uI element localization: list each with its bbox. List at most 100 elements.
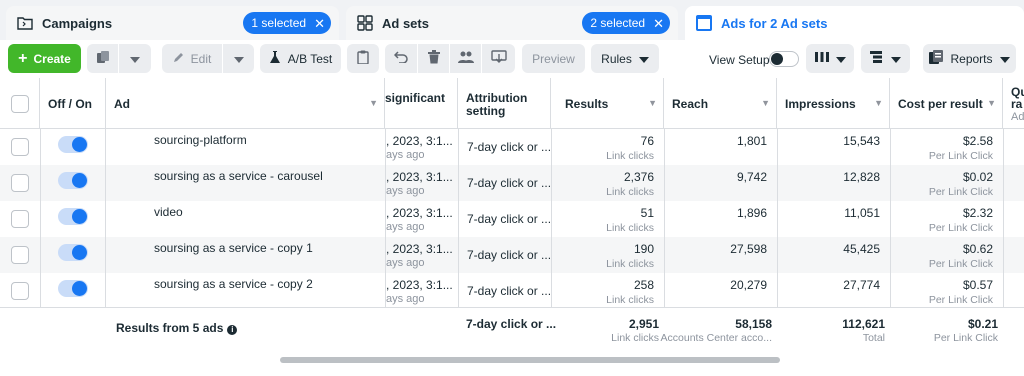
significant-date: , 2023, 3:1... <box>386 242 453 256</box>
header-quality-b: ra <box>1011 97 1023 111</box>
duplicate-dropdown-button[interactable] <box>119 44 151 73</box>
reports-icon <box>929 50 944 67</box>
create-label: Create <box>33 51 71 66</box>
impressions-value: 11,051 <box>844 206 880 220</box>
reach-value: 1,801 <box>736 134 767 148</box>
reach-value: 1,896 <box>736 206 767 220</box>
header-impressions[interactable]: Impressions ▼ <box>777 78 890 129</box>
tab-ads[interactable]: Ads for 2 Ad sets <box>685 6 1024 40</box>
ad-toggle[interactable] <box>58 244 88 261</box>
ad-toggle[interactable] <box>58 208 88 225</box>
header-significant[interactable]: significant <box>385 78 458 129</box>
row-checkbox[interactable] <box>11 246 29 264</box>
table-row[interactable]: sourcing-platform , 2023, 3:1... ays ago… <box>0 129 1024 165</box>
ad-toggle[interactable] <box>58 172 88 189</box>
table-row[interactable]: soursing as a service - carousel , 2023,… <box>0 165 1024 201</box>
significant-date: , 2023, 3:1... <box>386 278 453 292</box>
tab-campaigns[interactable]: Campaigns 1 selected ✕ <box>6 6 339 40</box>
ad-name[interactable]: soursing as a service - copy 2 <box>154 277 313 291</box>
caret-down-icon <box>835 52 846 66</box>
close-icon[interactable]: ✕ <box>314 17 325 30</box>
reports-button[interactable]: Reports <box>923 44 1016 73</box>
ad-name[interactable]: soursing as a service - carousel <box>154 169 323 183</box>
trash-icon <box>427 50 440 67</box>
preview-button[interactable]: Preview <box>522 44 585 73</box>
footer-impressions-sub: Total <box>862 332 885 344</box>
attribution-value: 7-day click or ... <box>467 248 552 262</box>
caret-down-icon <box>130 52 140 66</box>
sort-icon[interactable]: ▼ <box>987 98 996 108</box>
edit-button[interactable]: Edit <box>162 44 222 73</box>
adsets-selected-badge[interactable]: 2 selected ✕ <box>582 12 670 34</box>
ad-toggle[interactable] <box>58 136 88 153</box>
tab-ad-sets[interactable]: Ad sets 2 selected ✕ <box>346 6 678 40</box>
cost-sub: Per Link Click <box>928 222 993 234</box>
header-impressions-label: Impressions <box>785 97 856 111</box>
view-setup-toggle[interactable] <box>769 51 799 67</box>
campaigns-selected-badge[interactable]: 1 selected ✕ <box>243 12 331 34</box>
delete-button[interactable] <box>418 44 449 73</box>
footer-cost: $0.21 <box>967 317 998 331</box>
duplicate-button[interactable] <box>87 44 118 73</box>
table-row[interactable]: video , 2023, 3:1... ays ago 7-day click… <box>0 201 1024 237</box>
results-sub: Link clicks <box>606 150 654 162</box>
header-ad[interactable]: Ad ▼ <box>106 78 385 129</box>
ad-name[interactable]: soursing as a service - copy 1 <box>154 241 313 255</box>
header-quality[interactable]: Qu ra Ad <box>1003 78 1024 129</box>
sort-icon[interactable]: ▼ <box>874 98 883 108</box>
export-button[interactable] <box>482 44 515 73</box>
cost-value: $0.62 <box>962 242 993 256</box>
header-attribution[interactable]: Attribution setting <box>458 78 551 129</box>
export-icon <box>490 50 507 67</box>
footer-attribution: 7-day click or ... <box>466 317 557 331</box>
header-cost-per-result[interactable]: Cost per result ▼ <box>890 78 1003 129</box>
ab-test-button[interactable]: A/B Test <box>260 44 341 73</box>
grid-icon <box>356 14 374 32</box>
breakdown-icon <box>870 51 884 66</box>
create-button[interactable]: + Create <box>8 44 81 73</box>
sort-icon[interactable]: ▼ <box>761 98 770 108</box>
info-icon[interactable]: i <box>227 325 238 335</box>
header-results[interactable]: Results ▼ <box>551 78 664 129</box>
undo-icon <box>393 51 408 66</box>
table-row[interactable]: soursing as a service - copy 1 , 2023, 3… <box>0 237 1024 273</box>
edit-dropdown-button[interactable] <box>223 44 254 73</box>
select-all-checkbox[interactable] <box>11 95 29 113</box>
cost-sub: Per Link Click <box>928 150 993 162</box>
row-checkbox[interactable] <box>11 210 29 228</box>
header-off-on[interactable]: Off / On <box>40 78 106 129</box>
close-icon[interactable]: ✕ <box>653 17 664 30</box>
toolbar: + Create Edit A/B Test Preview Rules Vie… <box>0 40 1024 78</box>
sort-icon[interactable]: ▼ <box>648 98 657 108</box>
cost-sub: Per Link Click <box>928 186 993 198</box>
edit-label: Edit <box>190 51 212 66</box>
campaigns-selected-count: 1 selected <box>251 16 307 30</box>
breakdown-button[interactable] <box>861 44 910 73</box>
row-checkbox[interactable] <box>11 282 29 300</box>
results-value: 51 <box>640 206 654 220</box>
significant-ago: ays ago <box>386 221 425 233</box>
ad-name[interactable]: video <box>154 205 183 219</box>
horizontal-scrollbar[interactable] <box>280 357 780 363</box>
people-icon <box>457 51 474 66</box>
rules-button[interactable]: Rules <box>591 44 659 73</box>
table-row[interactable]: soursing as a service - copy 2 , 2023, 3… <box>0 273 1024 309</box>
header-cost-label: Cost per result <box>898 97 983 111</box>
ad-name[interactable]: sourcing-platform <box>154 133 247 147</box>
flask-icon <box>269 50 281 67</box>
tab-ads-label: Ads for 2 Ad sets <box>721 15 828 31</box>
sort-icon[interactable]: ▼ <box>369 98 378 108</box>
cost-value: $0.57 <box>962 278 993 292</box>
columns-button[interactable] <box>806 44 854 73</box>
audience-button[interactable] <box>450 44 481 73</box>
undo-button[interactable] <box>385 44 417 73</box>
ad-toggle[interactable] <box>58 280 88 297</box>
cost-sub: Per Link Click <box>928 294 993 306</box>
columns-icon <box>814 51 829 66</box>
impressions-value: 15,543 <box>843 134 880 148</box>
header-reach[interactable]: Reach ▼ <box>664 78 777 129</box>
clipboard-button[interactable] <box>347 44 379 73</box>
row-checkbox[interactable] <box>11 138 29 156</box>
row-checkbox[interactable] <box>11 174 29 192</box>
results-sub: Link clicks <box>606 258 654 270</box>
